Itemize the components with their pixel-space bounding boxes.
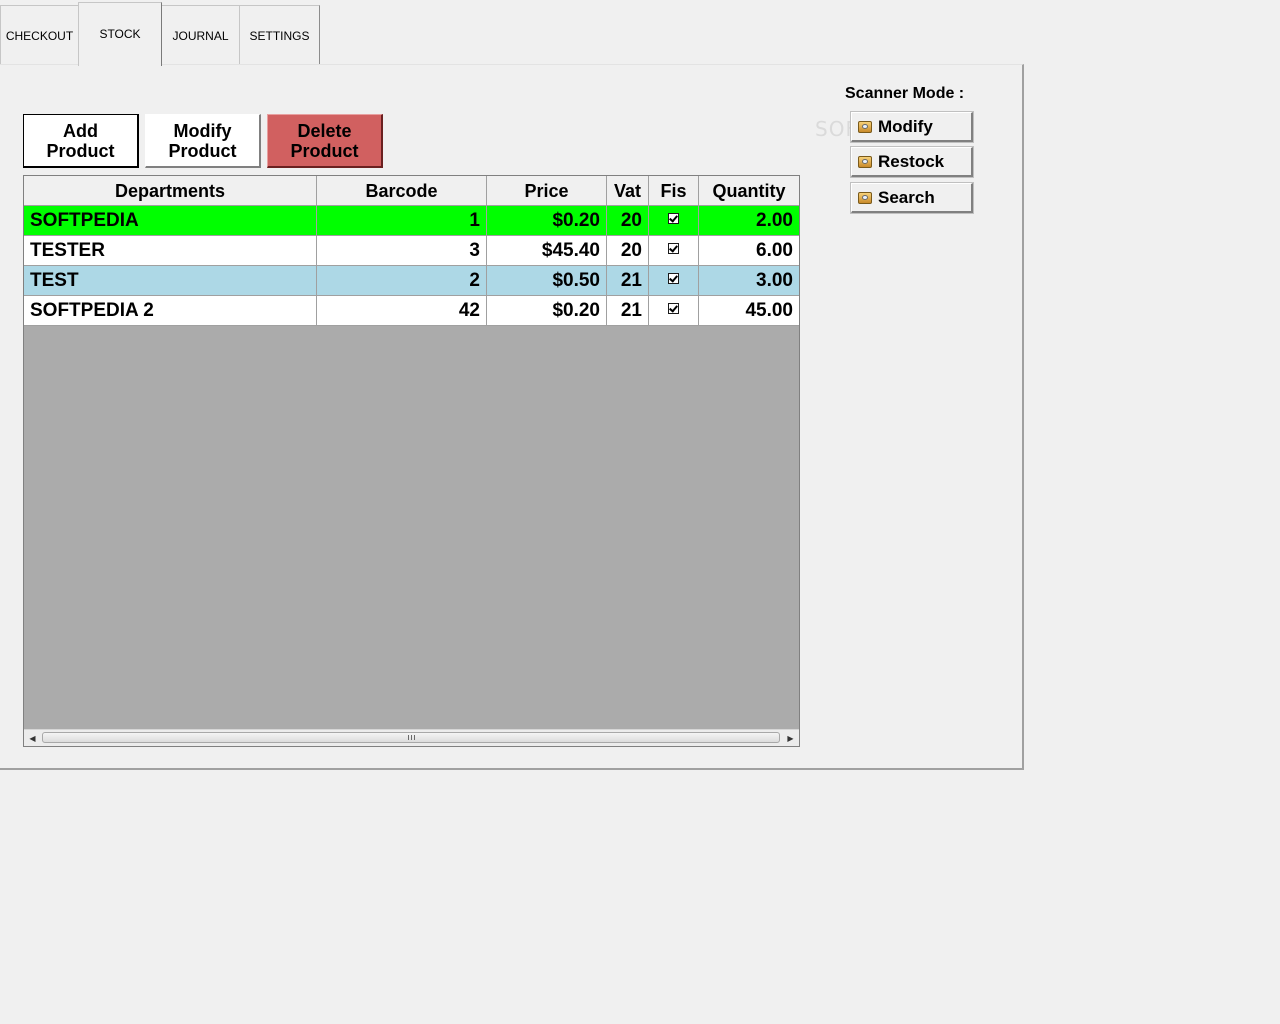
cell-fis[interactable] (649, 296, 699, 325)
fis-checkbox[interactable] (668, 213, 679, 224)
horizontal-scrollbar[interactable]: ◀ ▶ (24, 729, 799, 746)
scanner-search-button[interactable]: Search (850, 182, 974, 214)
scanner-restock-label: Restock (878, 151, 945, 171)
scanner-icon (858, 155, 872, 168)
cell-price[interactable]: $0.50 (487, 266, 607, 295)
cell-barcode[interactable]: 42 (317, 296, 487, 325)
cell-vat[interactable]: 20 (607, 236, 649, 265)
app-window: CHECKOUT STOCK JOURNAL SETTINGS Add Prod… (0, 0, 1280, 1024)
grip-icon (407, 735, 415, 740)
tab-checkout[interactable]: CHECKOUT (0, 5, 79, 64)
column-header-departments[interactable]: Departments (24, 176, 317, 205)
scrollbar-thumb[interactable] (42, 732, 780, 743)
cell-barcode[interactable]: 1 (317, 206, 487, 235)
scanner-search-label: Search (878, 187, 935, 207)
cell-quantity[interactable]: 2.00 (699, 206, 799, 235)
cell-price[interactable]: $45.40 (487, 236, 607, 265)
column-header-price[interactable]: Price (487, 176, 607, 205)
cell-fis[interactable] (649, 236, 699, 265)
cell-quantity[interactable]: 3.00 (699, 266, 799, 295)
stock-grid[interactable]: Departments Barcode Price Vat Fis Quanti… (23, 175, 800, 747)
cell-price[interactable]: $0.20 (487, 296, 607, 325)
cell-barcode[interactable]: 3 (317, 236, 487, 265)
cell-department[interactable]: SOFTPEDIA (24, 206, 317, 235)
cell-vat[interactable]: 20 (607, 206, 649, 235)
table-row[interactable]: TESTER 3 $45.40 20 6.00 (24, 236, 799, 266)
scroll-left-icon[interactable]: ◀ (24, 730, 41, 746)
cell-department[interactable]: TESTER (24, 236, 317, 265)
column-header-quantity[interactable]: Quantity (699, 176, 799, 205)
cell-vat[interactable]: 21 (607, 266, 649, 295)
modify-product-button[interactable]: Modify Product (145, 114, 261, 168)
tab-stock[interactable]: STOCK (78, 2, 162, 66)
scanner-modify-label: Modify (878, 116, 933, 136)
cell-department[interactable]: SOFTPEDIA 2 (24, 296, 317, 325)
fis-checkbox[interactable] (668, 303, 679, 314)
scanner-modify-button[interactable]: Modify (850, 111, 974, 143)
column-header-barcode[interactable]: Barcode (317, 176, 487, 205)
column-header-fis[interactable]: Fis (649, 176, 699, 205)
cell-quantity[interactable]: 45.00 (699, 296, 799, 325)
table-row[interactable]: TEST 2 $0.50 21 3.00 (24, 266, 799, 296)
add-product-button[interactable]: Add Product (23, 114, 139, 168)
grid-rows: SOFTPEDIA 1 $0.20 20 2.00 TESTER 3 $45.4… (24, 206, 799, 326)
stock-panel: Add Product Modify Product Delete Produc… (0, 64, 1024, 770)
delete-product-button[interactable]: Delete Product (267, 114, 383, 168)
fis-checkbox[interactable] (668, 273, 679, 284)
table-row[interactable]: SOFTPEDIA 1 $0.20 20 2.00 (24, 206, 799, 236)
scanner-restock-button[interactable]: Restock (850, 146, 974, 178)
cell-barcode[interactable]: 2 (317, 266, 487, 295)
scanner-mode-label: Scanner Mode : (845, 85, 965, 102)
scanner-icon (858, 120, 872, 133)
tab-settings[interactable]: SETTINGS (239, 5, 320, 64)
cell-price[interactable]: $0.20 (487, 206, 607, 235)
cell-fis[interactable] (649, 206, 699, 235)
column-header-vat[interactable]: Vat (607, 176, 649, 205)
grid-header: Departments Barcode Price Vat Fis Quanti… (24, 176, 799, 206)
scroll-right-icon[interactable]: ▶ (782, 730, 799, 746)
cell-department[interactable]: TEST (24, 266, 317, 295)
scanner-icon (858, 191, 872, 204)
tab-journal[interactable]: JOURNAL (161, 5, 240, 64)
fis-checkbox[interactable] (668, 243, 679, 254)
table-row[interactable]: SOFTPEDIA 2 42 $0.20 21 45.00 (24, 296, 799, 326)
cell-vat[interactable]: 21 (607, 296, 649, 325)
cell-quantity[interactable]: 6.00 (699, 236, 799, 265)
cell-fis[interactable] (649, 266, 699, 295)
